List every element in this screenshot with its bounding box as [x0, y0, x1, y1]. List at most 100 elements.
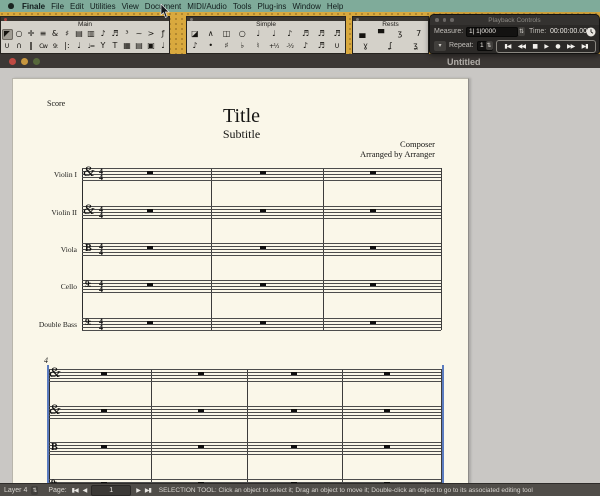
minimize-icon[interactable] [443, 18, 447, 22]
menu-item-view[interactable]: View [122, 2, 139, 11]
thirty-second-note[interactable]: ♬ [316, 29, 327, 40]
layer-stepper[interactable]: ⇅ [31, 486, 38, 495]
record-button[interactable]: ● [555, 41, 559, 52]
stop-button[interactable]: ■ [532, 41, 537, 52]
barline-tool[interactable]: |: [62, 41, 73, 52]
expression-tool[interactable]: ƒ [158, 29, 169, 40]
half-note[interactable]: ♩ [253, 29, 264, 40]
previous-page-button[interactable]: ◀ [83, 487, 87, 494]
playback-controls-titlebar[interactable]: Playback Controls [430, 15, 599, 25]
augmentation-dot[interactable]: • [205, 41, 216, 52]
slur-tool[interactable]: ∩ [14, 41, 25, 52]
rests-palette-titlebar[interactable] [353, 17, 428, 21]
articulation-tool[interactable]: > [146, 29, 157, 40]
whole-note[interactable]: ○ [237, 29, 248, 40]
repeat-tool[interactable]: ‖ [26, 41, 37, 52]
hand-grabber-tool[interactable]: ✛ [26, 29, 37, 40]
menu-item-finale[interactable]: Finale [22, 2, 45, 11]
chevron-down-icon[interactable]: ▾ [434, 41, 446, 51]
graphics-tool[interactable]: ▣ [146, 41, 157, 52]
main-palette-titlebar[interactable] [1, 17, 169, 21]
thirty-second-rest[interactable]: ʆ [385, 41, 396, 52]
menu-item-midi-audio[interactable]: MIDI/Audio [187, 2, 227, 11]
key-signature-tool[interactable]: ♯ [62, 29, 73, 40]
tie-button[interactable]: ∪ [332, 41, 343, 52]
time-signature-tool[interactable]: ▤ [74, 29, 85, 40]
eighth-rest[interactable]: 7 [413, 29, 424, 40]
natural-button[interactable]: ♮ [253, 41, 264, 52]
menu-item-plug-ins[interactable]: Plug-ins [258, 2, 287, 11]
sixty-fourth-rest[interactable]: ʓ [410, 41, 421, 52]
zoom-window-icon[interactable] [33, 58, 40, 65]
clock-icon[interactable] [586, 27, 596, 37]
selection-tool[interactable]: ◤ [2, 29, 13, 40]
page-number-field[interactable]: 1 [91, 485, 131, 496]
fast-forward-button[interactable]: ▶▶ [567, 41, 574, 52]
ottava-tool[interactable]: 9: [50, 41, 61, 52]
page-layout-tool[interactable]: ▦ [122, 41, 133, 52]
apple-menu-icon[interactable] [8, 3, 14, 9]
staff-tool[interactable]: ≡ [38, 29, 49, 40]
eighth-note[interactable]: ♪ [284, 29, 295, 40]
menu-item-edit[interactable]: Edit [70, 2, 84, 11]
simple-palette-titlebar[interactable] [187, 17, 345, 21]
text-tool[interactable]: T [110, 41, 121, 52]
rewind-button[interactable]: ◀◀ [518, 41, 525, 52]
minimize-icon[interactable] [21, 58, 28, 65]
grace-note[interactable]: ♪ [300, 41, 311, 52]
half-rest[interactable]: ▀ [376, 29, 387, 40]
note-mover-tool[interactable]: ♩ [74, 41, 85, 52]
menu-item-file[interactable]: File [51, 2, 64, 11]
go-to-end-button[interactable]: ▶▮ [582, 41, 588, 52]
sixteenth-rest[interactable]: ɣ [360, 41, 371, 52]
flat-button[interactable]: ♭ [237, 41, 248, 52]
palette-close-icon[interactable] [356, 18, 359, 21]
palette-close-icon[interactable] [4, 18, 7, 21]
score-page[interactable]: Score Title Subtitle Composer Arranged b… [12, 78, 469, 496]
zoom-window-icon[interactable] [450, 18, 454, 22]
measure-tool[interactable]: ▥ [86, 29, 97, 40]
caret-tool[interactable]: ∧ [205, 29, 216, 40]
palette-close-icon[interactable] [190, 18, 193, 21]
half-step-down[interactable]: -½ [284, 41, 295, 52]
note-button[interactable]: ♪ [189, 41, 200, 52]
close-icon[interactable] [435, 18, 439, 22]
next-page-button[interactable]: ▶ [136, 487, 140, 494]
sixty-fourth-note[interactable]: ♬ [332, 29, 343, 40]
sixteenth-note[interactable]: ♬ [300, 29, 311, 40]
clef-tool[interactable]: & [50, 29, 61, 40]
repeat-stepper[interactable]: ⇅ [486, 41, 493, 50]
quarter-rest[interactable]: ʒ [394, 29, 405, 40]
sharp-button[interactable]: ♯ [221, 41, 232, 52]
menu-item-help[interactable]: Help [327, 2, 343, 11]
beamed-grace-note[interactable]: ♬ [316, 41, 327, 52]
menu-item-window[interactable]: Window [292, 2, 320, 11]
last-page-button[interactable]: ▶▮ [145, 487, 151, 494]
layer-indicator[interactable]: Layer 4 [4, 487, 27, 494]
menu-item-tools[interactable]: Tools [233, 2, 252, 11]
smart-shape-tool[interactable]: ~ [134, 29, 145, 40]
whole-rest[interactable]: ▄ [357, 29, 368, 40]
double-whole-note[interactable]: ◫ [221, 29, 232, 40]
zoom-tool[interactable]: ○ [14, 29, 25, 40]
play-button[interactable]: ▶ [544, 41, 548, 52]
tie-tool[interactable]: ∪ [2, 41, 13, 52]
quarter-note[interactable]: ♩ [268, 29, 279, 40]
chord-tool[interactable]: Cw [38, 41, 49, 52]
half-step-up[interactable]: +½ [268, 41, 279, 52]
staff-sets-tool[interactable]: ▤ [134, 41, 145, 52]
measure-stepper[interactable]: ⇅ [518, 27, 525, 36]
menu-item-utilities[interactable]: Utilities [90, 2, 116, 11]
tempo-tool[interactable]: ♩= [86, 41, 97, 52]
mirror-tool[interactable]: ♩ [158, 41, 169, 52]
close-icon[interactable] [9, 58, 16, 65]
special-tools-tool[interactable]: Y [98, 41, 109, 52]
eraser-tool[interactable]: ◪ [189, 29, 200, 40]
simple-entry-tool[interactable]: ♪ [98, 29, 109, 40]
tuplet-tool[interactable]: ³ [122, 29, 133, 40]
first-page-button[interactable]: ▮◀ [72, 487, 78, 494]
speedy-entry-tool[interactable]: ♬ [110, 29, 121, 40]
document-titlebar[interactable]: Untitled [0, 54, 600, 68]
measure-field[interactable]: 1| 1|0000 [466, 27, 518, 37]
go-to-beginning-button[interactable]: ▮◀ [504, 41, 510, 52]
